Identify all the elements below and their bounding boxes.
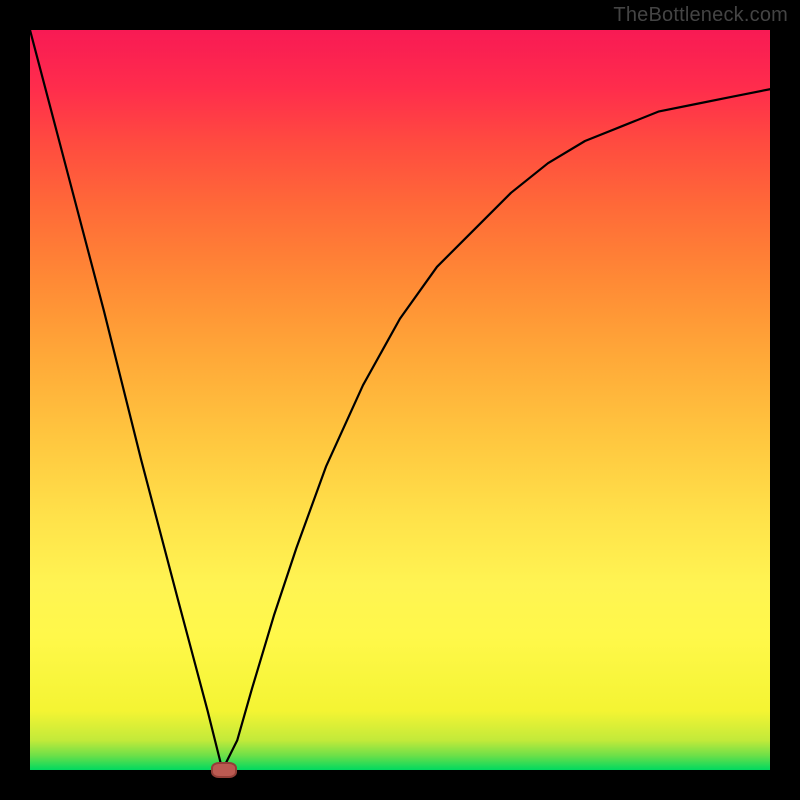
- chart-plot-area: [30, 30, 770, 770]
- chart-curve-path: [30, 30, 770, 770]
- chart-curve: [30, 30, 770, 770]
- chart-frame: TheBottleneck.com: [0, 0, 800, 800]
- chart-minimum-marker: [211, 762, 237, 778]
- watermark-text: TheBottleneck.com: [613, 4, 788, 27]
